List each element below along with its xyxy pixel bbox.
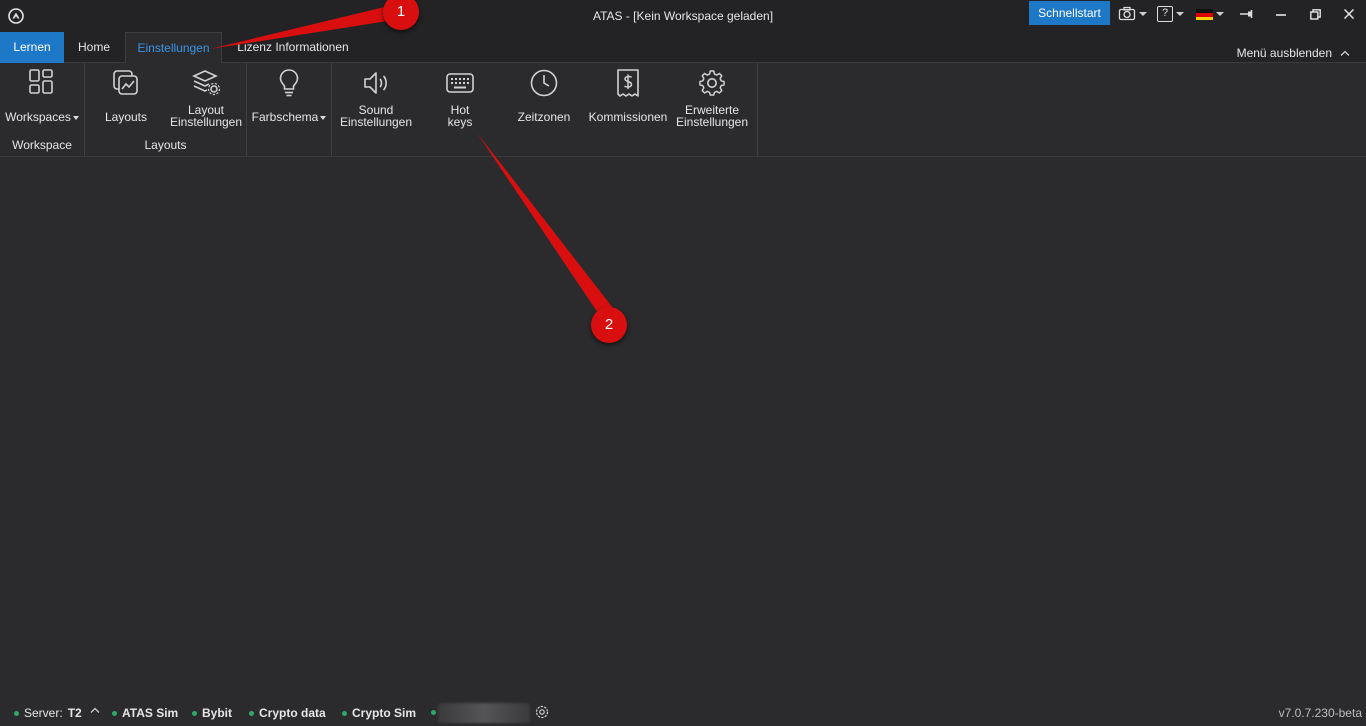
sound-settings-button[interactable]: Sound Einstellungen <box>334 67 418 133</box>
annotation-marker-2: 2 <box>591 307 627 343</box>
restore-button[interactable] <box>1303 4 1327 24</box>
chevron-down-icon <box>1139 12 1147 16</box>
hotkeys-label-line2: keys <box>447 115 473 129</box>
hide-menu-label: Menü ausblenden <box>1236 46 1332 60</box>
commissions-label: Kommissionen <box>588 110 668 124</box>
ribbon-tab-strip: Lernen Home Einstellungen Lizenz Informa… <box>0 32 1366 64</box>
tab-license-info[interactable]: Lizenz Informationen <box>224 32 362 63</box>
connection-label: Crypto data <box>259 706 326 720</box>
status-dot-icon <box>112 710 117 716</box>
layout-settings-button[interactable]: Layout Einstellungen <box>165 67 247 133</box>
dropdown-arrow-icon <box>72 115 79 120</box>
help-button[interactable]: ? <box>1157 4 1184 24</box>
layers-settings-icon <box>192 70 221 96</box>
gear-icon <box>699 70 725 96</box>
workspace-group: Workspaces Workspace <box>0 63 85 156</box>
layout-settings-label-line2: Einstellungen <box>169 115 243 129</box>
server-label: Server: <box>24 706 63 720</box>
layouts-icon <box>113 70 138 95</box>
hotkeys-button[interactable]: Hot keys <box>418 67 502 133</box>
connection-crypto-sim[interactable]: Crypto Sim <box>342 706 416 720</box>
server-value: T2 <box>67 706 82 720</box>
receipt-dollar-icon <box>617 69 639 97</box>
workspace-area <box>0 158 1366 700</box>
advanced-settings-label-line2: Einstellungen <box>675 115 749 129</box>
connection-atas-sim[interactable]: ATAS Sim <box>112 706 178 720</box>
expand-status-button[interactable] <box>90 707 100 713</box>
keyboard-icon <box>446 73 474 93</box>
status-dot-icon <box>192 710 197 716</box>
status-bar: Server: T2 ATAS Sim Bybit Crypto data Cr… <box>0 700 1366 726</box>
close-icon <box>1344 9 1354 19</box>
tab-settings[interactable]: Einstellungen <box>125 32 222 64</box>
camera-icon <box>1118 6 1136 21</box>
pin-button[interactable] <box>1234 4 1258 24</box>
color-scheme-button[interactable]: Farbschema <box>247 67 331 133</box>
close-button[interactable] <box>1337 4 1361 24</box>
workspaces-icon <box>29 69 53 94</box>
gear-icon <box>535 705 549 719</box>
timezones-label: Zeitzonen <box>517 110 571 124</box>
connection-label: Crypto Sim <box>352 706 417 720</box>
version-label: v7.0.7.230-beta <box>1278 706 1362 720</box>
dropdown-arrow-icon <box>320 115 327 120</box>
workspace-group-label: Workspace <box>12 138 72 152</box>
clock-icon <box>530 69 558 97</box>
status-dot-icon <box>342 710 347 716</box>
status-dot-icon <box>249 710 254 716</box>
restore-icon <box>1309 8 1321 20</box>
tab-home[interactable]: Home <box>64 32 124 63</box>
chevron-down-icon <box>1176 12 1184 16</box>
redacted-connection <box>438 703 530 723</box>
workspaces-label: Workspaces <box>5 110 71 124</box>
color-scheme-group: Farbschema <box>247 63 332 156</box>
tab-learn[interactable]: Lernen <box>0 32 64 63</box>
screenshot-button[interactable] <box>1118 4 1147 24</box>
title-bar: ATAS - [Kein Workspace geladen] Schnells… <box>0 0 1366 32</box>
speaker-icon <box>364 72 387 94</box>
timezones-button[interactable]: Zeitzonen <box>502 67 586 133</box>
connection-crypto-data[interactable]: Crypto data <box>249 706 326 720</box>
layouts-label: Layouts <box>104 110 148 124</box>
help-icon: ? <box>1157 6 1173 22</box>
chevron-up-icon <box>90 707 100 713</box>
server-status[interactable]: Server: T2 <box>14 706 82 720</box>
ribbon-panel: Workspaces Workspace Layouts Layout Eins… <box>0 63 1366 157</box>
advanced-settings-button[interactable]: Erweiterte Einstellungen <box>670 67 754 133</box>
layouts-button[interactable]: Layouts <box>85 67 167 133</box>
workspaces-button[interactable]: Workspaces <box>0 67 84 133</box>
color-scheme-label: Farbschema <box>251 110 319 124</box>
quick-start-button[interactable]: Schnellstart <box>1029 1 1110 25</box>
status-settings-button[interactable] <box>534 704 550 720</box>
connection-bybit[interactable]: Bybit <box>192 706 232 720</box>
chevron-up-icon <box>1340 50 1350 56</box>
status-dot-icon <box>14 710 19 716</box>
pin-icon <box>1240 10 1253 18</box>
connection-label: ATAS Sim <box>122 706 179 720</box>
lightbulb-icon <box>279 69 299 97</box>
settings-group: Sound Einstellungen Hot keys Zeitzonen K… <box>332 63 758 156</box>
sound-settings-label-line2: Einstellungen <box>339 115 413 129</box>
chevron-down-icon <box>1216 12 1224 16</box>
minimize-icon <box>1276 14 1286 16</box>
status-dot-icon <box>431 710 436 715</box>
language-selector[interactable] <box>1196 4 1224 24</box>
connection-label: Bybit <box>202 706 232 720</box>
layouts-group: Layouts Layout Einstellungen Layouts <box>85 63 247 156</box>
commissions-button[interactable]: Kommissionen <box>586 67 670 133</box>
layouts-group-label: Layouts <box>144 138 187 152</box>
german-flag-icon <box>1196 8 1213 20</box>
hide-menu-button[interactable]: Menü ausblenden <box>1237 46 1350 60</box>
minimize-button[interactable] <box>1269 4 1293 24</box>
